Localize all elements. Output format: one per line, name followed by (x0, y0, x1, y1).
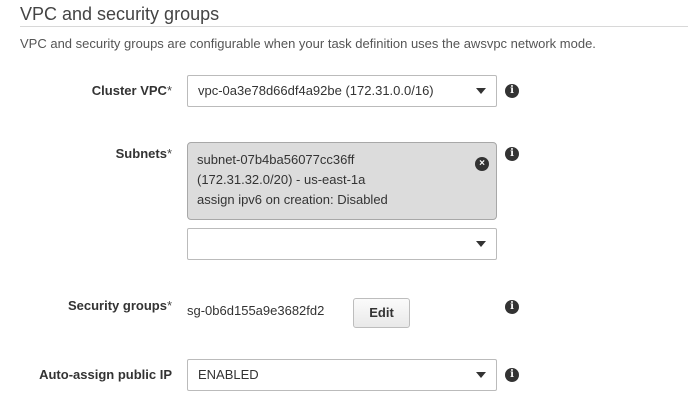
vpc-security-groups-section: VPC and security groups VPC and security… (0, 0, 689, 417)
remove-subnet-icon[interactable]: × (475, 157, 489, 171)
cluster-vpc-label: Cluster VPC* (0, 81, 172, 101)
auto-assign-ip-label: Auto-assign public IP (39, 367, 172, 382)
auto-assign-ip-select[interactable]: ENABLED (187, 359, 497, 391)
subnets-label: Subnets* (0, 144, 172, 164)
subnet-cidr-zone: (172.31.32.0/20) - us-east-1a (197, 172, 366, 187)
cluster-vpc-select[interactable]: vpc-0a3e78d66df4a92be (172.31.0.0/16) (187, 75, 497, 107)
chevron-down-icon (476, 372, 486, 378)
chevron-down-icon (476, 88, 486, 94)
security-groups-label: Security groups* (0, 296, 172, 316)
info-icon[interactable]: i (505, 368, 519, 382)
section-divider (20, 26, 688, 27)
info-icon[interactable]: i (505, 84, 519, 98)
security-groups-label-text: Security groups (67, 298, 167, 313)
section-title: VPC and security groups (20, 4, 220, 24)
edit-security-groups-button[interactable]: Edit (353, 298, 410, 328)
auto-assign-ip-value: ENABLED (198, 367, 259, 382)
section-description: VPC and security groups are configurable… (20, 36, 596, 51)
subnets-select[interactable] (187, 228, 497, 260)
info-icon[interactable]: i (505, 300, 519, 314)
subnet-id: subnet-07b4ba56077cc36ff (197, 152, 355, 167)
subnet-ipv6-setting: assign ipv6 on creation: Disabled (197, 192, 388, 207)
subnets-label-text: Subnets (115, 146, 167, 161)
subnet-token: subnet-07b4ba56077cc36ff (172.31.32.0/20… (187, 142, 497, 220)
info-icon[interactable]: i (505, 147, 519, 161)
chevron-down-icon (476, 241, 486, 247)
cluster-vpc-label-text: Cluster VPC (91, 83, 167, 98)
required-mark: * (166, 146, 172, 161)
required-mark: * (166, 298, 172, 313)
required-mark: * (166, 83, 172, 98)
cluster-vpc-value: vpc-0a3e78d66df4a92be (172.31.0.0/16) (198, 83, 434, 98)
security-group-id: sg-0b6d155a9e3682fd2 (187, 303, 325, 318)
